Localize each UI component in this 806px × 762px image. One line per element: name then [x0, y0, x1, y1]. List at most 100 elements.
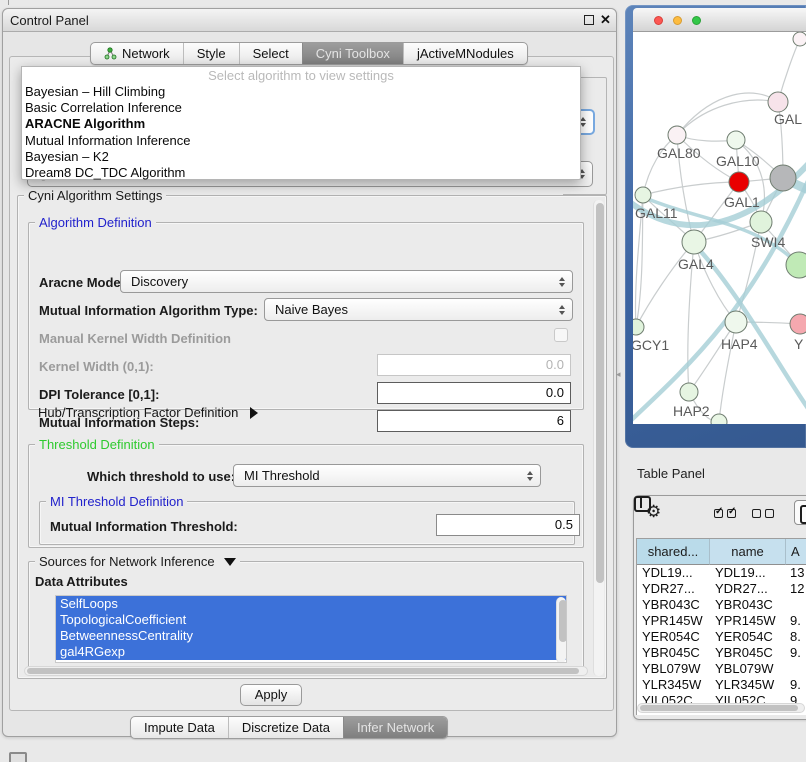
network-node[interactable]: [682, 230, 706, 254]
kernel-width-field[interactable]: 0.0: [377, 354, 571, 376]
group-title: MI Threshold Definition: [46, 494, 187, 509]
mi-steps-field[interactable]: 6: [377, 410, 571, 432]
table-row[interactable]: YBR045CYBR045C9.: [637, 645, 806, 661]
cytopanel-dock-icon[interactable]: [9, 752, 27, 762]
tab-infer-network[interactable]: Infer Network: [343, 717, 447, 738]
popup-item[interactable]: Mutual Information Inference: [22, 133, 580, 149]
table-horizontal-scrollbar[interactable]: [637, 703, 805, 713]
network-node[interactable]: [711, 414, 727, 424]
mi-type-combobox[interactable]: Naive Bayes: [264, 298, 573, 321]
tab-cyni-toolbox[interactable]: Cyni Toolbox: [302, 43, 403, 64]
network-edge: [643, 135, 677, 195]
sources-title: Sources for Network Inference: [39, 554, 215, 569]
table-tool-button[interactable]: [794, 500, 806, 525]
popup-item[interactable]: Basic Correlation Inference: [22, 100, 580, 116]
group-title: Threshold Definition: [35, 437, 159, 452]
network-node-label: GAL4: [678, 256, 714, 272]
network-node-label: Y: [794, 336, 804, 352]
column-header-shared-name[interactable]: shared...: [637, 539, 710, 565]
table-row[interactable]: YPR145WYPR145W9.: [637, 613, 806, 629]
table-row[interactable]: YBL079WYBL079W: [637, 661, 806, 677]
settings-horizontal-scrollbar[interactable]: [24, 666, 588, 676]
popup-item[interactable]: Bayesian – K2: [22, 149, 580, 165]
tab-label: Network: [122, 43, 170, 65]
which-threshold-value: MI Threshold: [244, 468, 320, 483]
table-cell: 13: [786, 565, 806, 581]
algorithm-dropdown-popup: Select algorithm to view settings Bayesi…: [21, 66, 581, 180]
settings-vertical-scrollbar[interactable]: [593, 200, 604, 676]
table-row[interactable]: YER054CYER054C8.: [637, 629, 806, 645]
select-all-checkboxes-icon[interactable]: [714, 509, 736, 518]
tab-impute-data[interactable]: Impute Data: [131, 717, 228, 738]
network-canvas[interactable]: GALGAL80GAL10GAL1GAL11SWI4GAL4HAP4YGCY1H…: [633, 32, 806, 424]
close-traffic-light[interactable]: [654, 16, 663, 25]
list-item[interactable]: SelfLoops: [56, 596, 566, 612]
network-node[interactable]: [729, 172, 749, 192]
popup-item[interactable]: Bayesian – Hill Climbing: [22, 84, 580, 100]
gear-icon[interactable]: ⚙: [646, 502, 661, 522]
list-item[interactable]: TopologicalCoefficient: [56, 612, 566, 628]
table-cell: YPR145W: [710, 613, 786, 629]
control-panel-window: Control Panel ✕ Network Style Select: [2, 8, 617, 737]
network-node[interactable]: [790, 314, 806, 334]
tab-jactivemnodules[interactable]: jActiveMNodules: [403, 43, 527, 64]
network-icon: [104, 47, 117, 60]
list-item[interactable]: BetweennessCentrality: [56, 628, 566, 644]
network-node[interactable]: [668, 126, 686, 144]
network-view-window: GALGAL80GAL10GAL1GAL11SWI4GAL4HAP4YGCY1H…: [625, 5, 806, 448]
apply-button[interactable]: Apply: [240, 684, 302, 706]
network-node[interactable]: [793, 32, 806, 46]
tab-network[interactable]: Network: [91, 43, 183, 64]
network-edge: [677, 93, 778, 135]
close-icon[interactable]: ✕: [600, 12, 611, 28]
scrollbar-thumb[interactable]: [559, 600, 567, 642]
data-attributes-label: Data Attributes: [35, 574, 128, 589]
tab-style[interactable]: Style: [183, 43, 239, 64]
manual-kernel-checkbox[interactable]: [554, 328, 568, 342]
table-cell: YLR345W: [710, 677, 786, 693]
table-row[interactable]: YBR043CYBR043C: [637, 597, 806, 613]
float-window-icon[interactable]: [584, 15, 594, 25]
unchecked-box-icon: [752, 509, 761, 518]
scrollbar-thumb[interactable]: [27, 668, 579, 674]
panel-divider-arrow-icon[interactable]: ◂: [616, 369, 621, 380]
column-header-name[interactable]: name: [710, 539, 786, 565]
network-node[interactable]: [635, 187, 651, 203]
table-row[interactable]: YDR27...YDR27...12: [637, 581, 806, 597]
checked-box-icon: [727, 509, 736, 518]
network-node[interactable]: [770, 165, 796, 191]
table-row[interactable]: YLR345WYLR345W9.: [637, 677, 806, 693]
deselect-all-checkboxes-icon[interactable]: [752, 509, 774, 518]
scrollbar-thumb[interactable]: [640, 705, 798, 711]
hub-definition-toggle[interactable]: Hub/Transcription Factor Definition: [38, 405, 258, 420]
table-cell: YBR043C: [710, 597, 786, 613]
network-node[interactable]: [725, 311, 747, 333]
tab-select[interactable]: Select: [239, 43, 302, 64]
column-header-partial[interactable]: A: [786, 539, 806, 565]
list-item[interactable]: gal4RGexp: [56, 644, 566, 660]
list-vertical-scrollbar[interactable]: [556, 597, 566, 663]
mi-threshold-field[interactable]: 0.5: [436, 514, 580, 536]
table-body: YDL19...YDL19...13YDR27...YDR27...12YBR0…: [637, 565, 806, 704]
network-node[interactable]: [680, 383, 698, 401]
dpi-tolerance-field[interactable]: 0.0: [377, 382, 571, 404]
network-node[interactable]: [727, 131, 745, 149]
aracne-mode-label: Aracne Mode:: [39, 275, 125, 290]
which-threshold-label: Which threshold to use:: [87, 469, 235, 484]
table-cell: 8.: [786, 629, 806, 645]
which-threshold-combobox[interactable]: MI Threshold: [233, 464, 541, 487]
group-title: Cyni Algorithm Settings: [24, 188, 166, 203]
popup-item-selected[interactable]: ARACNE Algorithm: [22, 116, 580, 132]
zoom-traffic-light[interactable]: [692, 16, 701, 25]
aracne-mode-combobox[interactable]: Discovery: [120, 270, 573, 293]
tab-discretize-data[interactable]: Discretize Data: [228, 717, 343, 738]
popup-item[interactable]: Dream8 DC_TDC Algorithm: [22, 165, 580, 181]
table-panel-title: Table Panel: [637, 466, 705, 481]
table-row[interactable]: YDL19...YDL19...13: [637, 565, 806, 581]
minimize-traffic-light[interactable]: [673, 16, 682, 25]
scrollbar-thumb[interactable]: [596, 203, 604, 583]
network-node[interactable]: [633, 319, 644, 335]
network-node[interactable]: [768, 92, 788, 112]
tab-label: Style: [197, 43, 226, 65]
network-node[interactable]: [750, 211, 772, 233]
